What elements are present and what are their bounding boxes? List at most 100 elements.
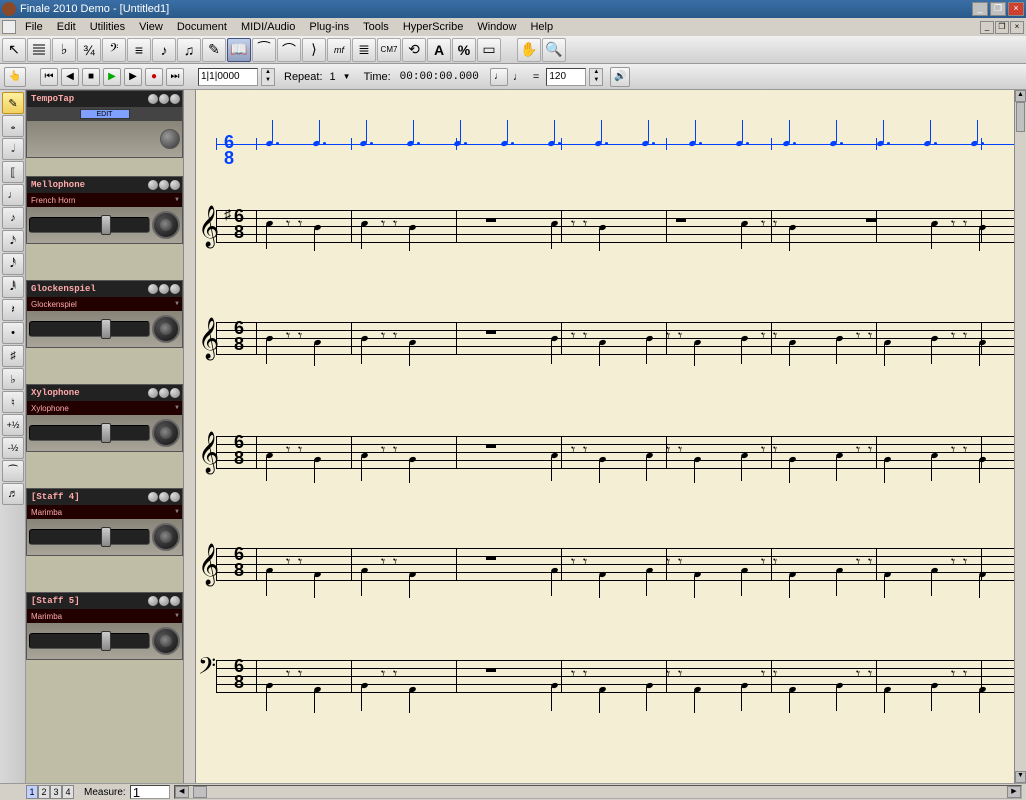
mdi-restore-button[interactable]: ❐ [995,21,1009,34]
quarter-note-icon[interactable]: ♩ [2,184,24,206]
record-enable-button[interactable] [148,94,158,104]
rewind-button[interactable]: ⏮ [40,68,58,86]
natural-icon[interactable]: ♮ [2,391,24,413]
mute-button[interactable] [170,492,180,502]
record-enable-button[interactable] [148,284,158,294]
staff-tool[interactable] [27,38,51,62]
layer-3-button[interactable]: 3 [50,785,62,799]
tempo-field[interactable] [546,68,586,86]
record-enable-button[interactable] [148,596,158,606]
articulation-tool[interactable]: ⌒ [277,38,301,62]
volume-slider[interactable] [29,217,150,233]
grace-note-icon[interactable]: ♬ [2,483,24,505]
page-layout-tool[interactable]: ▭ [477,38,501,62]
solo-button[interactable] [159,284,169,294]
solo-button[interactable] [159,388,169,398]
pan-knob[interactable] [152,315,180,343]
speedy-entry-tool[interactable]: ✎ [202,38,226,62]
measure-field[interactable] [130,785,170,799]
menu-tools[interactable]: Tools [356,20,396,34]
thirtysecond-note-icon[interactable]: 𝅘𝅥𝅰 [2,253,24,275]
menu-midi-audio[interactable]: MIDI/Audio [234,20,302,34]
volume-slider[interactable] [29,529,150,545]
dot-icon[interactable]: • [2,322,24,344]
layer-4-button[interactable]: 4 [62,785,74,799]
mute-button[interactable] [170,388,180,398]
expression-tool[interactable]: ⟩ [302,38,326,62]
time-sig-tool[interactable]: ¾ [77,38,101,62]
volume-slider[interactable] [29,425,150,441]
dynamic-tool[interactable]: mf [327,38,351,62]
clef-tool[interactable]: 𝄢 [102,38,126,62]
mute-button[interactable] [170,94,180,104]
pan-knob[interactable] [152,211,180,239]
hand-grabber-tool[interactable]: ✋ [517,38,541,62]
mdi-close-button[interactable]: × [1010,21,1024,34]
patch-selector[interactable]: Marimba▼ [27,505,182,519]
horizontal-scrollbar[interactable]: ◀ ▶ [174,785,1022,799]
audio-settings-button[interactable]: 🔊 [610,67,630,87]
menu-file[interactable]: File [18,20,50,34]
staff[interactable]: 𝄞68𝄾𝄾𝄾𝄾𝄾𝄾𝄾𝄾𝄾𝄾𝄾𝄾𝄾𝄾 [196,436,1014,468]
patch-selector[interactable]: Marimba▼ [27,609,182,623]
mdi-minimize-button[interactable]: _ [980,21,994,34]
staff[interactable]: 𝄞68𝄾𝄾𝄾𝄾𝄾𝄾𝄾𝄾𝄾𝄾𝄾𝄾𝄾𝄾 [196,548,1014,580]
stop-button[interactable]: ■ [82,68,100,86]
mute-button[interactable] [170,284,180,294]
volume-slider[interactable] [29,321,150,337]
scroll-up-arrow-icon[interactable]: ▲ [1015,90,1026,102]
patch-selector[interactable]: Xylophone▼ [27,401,182,415]
bracket-icon[interactable]: ⟦ [2,161,24,183]
menu-view[interactable]: View [132,20,170,34]
edit-button[interactable]: EDIT [80,109,130,119]
menu-window[interactable]: Window [470,20,523,34]
maximize-button[interactable]: ❐ [990,2,1006,16]
tempo-note-button[interactable]: ♩ [490,68,508,86]
staff[interactable]: 𝄞68𝄾𝄾𝄾𝄾𝄾𝄾𝄾𝄾𝄾𝄾𝄾𝄾𝄾𝄾 [196,322,1014,354]
chord-tool[interactable]: CM7 [377,38,401,62]
sixteenth-note-icon[interactable]: 𝅘𝅥𝅯 [2,230,24,252]
half-step-up-icon[interactable]: +½ [2,414,24,436]
menu-help[interactable]: Help [523,20,560,34]
lyrics-tool[interactable]: ≣ [352,38,376,62]
mute-button[interactable] [170,180,180,190]
patch-selector[interactable]: Glockenspiel▼ [27,297,182,311]
hyperscribe-tool[interactable]: 📖 [227,38,251,62]
flat-icon[interactable]: ♭ [2,368,24,390]
solo-button[interactable] [159,492,169,502]
mute-button[interactable] [170,596,180,606]
record-enable-button[interactable] [148,388,158,398]
layer-1-button[interactable]: 1 [26,785,38,799]
smart-shape-tool[interactable]: ⁀ [252,38,276,62]
pan-knob[interactable] [152,523,180,551]
tie-icon[interactable]: ⁀ [2,460,24,482]
simple-entry-tool[interactable]: ♪ [152,38,176,62]
fast-forward-button[interactable]: ⏭ [166,68,184,86]
vscroll-thumb[interactable] [1016,102,1025,132]
step-forward-button[interactable]: ▶ [124,68,142,86]
hand-icon[interactable]: 👆 [4,67,26,87]
layer-2-button[interactable]: 2 [38,785,50,799]
play-button[interactable]: ▶ [103,68,121,86]
sixtyfourth-note-icon[interactable]: 𝅘𝅥𝅱 [2,276,24,298]
zoom-tool[interactable]: 🔍 [542,38,566,62]
patch-selector[interactable]: French Horn▼ [27,193,182,207]
eighth-note-icon[interactable]: ♪ [2,207,24,229]
rest-icon[interactable]: 𝄽 [2,299,24,321]
minimize-button[interactable]: _ [972,2,988,16]
record-enable-button[interactable] [148,492,158,502]
vertical-scrollbar[interactable]: ▲ ▼ [1014,90,1026,783]
text-tool[interactable]: A [427,38,451,62]
counter-spinner[interactable]: ▲▼ [261,68,275,86]
selection-tool[interactable]: ↖ [2,38,26,62]
hscroll-thumb[interactable] [193,786,207,798]
mdi-icon[interactable] [2,20,16,34]
half-note-icon[interactable]: 𝅗𝅥 [2,138,24,160]
staff[interactable]: 68 [196,128,1014,160]
volume-slider[interactable] [29,633,150,649]
counter-field[interactable] [198,68,258,86]
pan-knob[interactable] [152,419,180,447]
record-enable-button[interactable] [148,180,158,190]
repeat-tool[interactable]: ⟲ [402,38,426,62]
whole-note-icon[interactable]: 𝅝 [2,115,24,137]
